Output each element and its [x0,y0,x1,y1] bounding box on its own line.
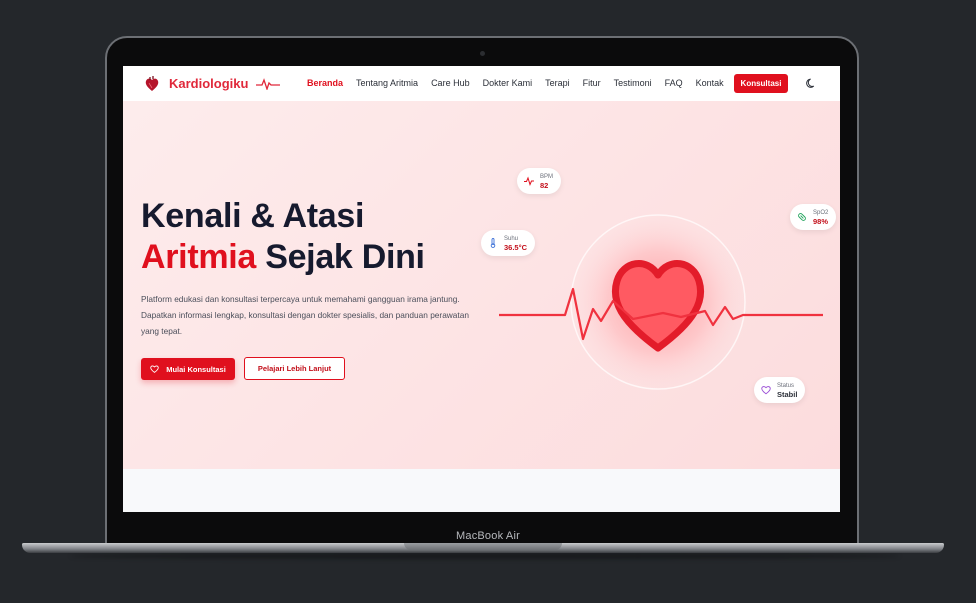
hero-title-accent: Aritmia [141,238,257,276]
mulai-konsultasi-button[interactable]: Mulai Konsultasi [141,358,235,380]
navbar: Kardiologiku Beranda Tentang Aritmia Car… [123,66,840,101]
status-chip: Status Stabil [754,377,806,403]
nav-link-beranda[interactable]: Beranda [307,78,343,88]
nav-link-kontak[interactable]: Kontak [696,78,724,88]
heart-outline-icon [761,386,771,395]
hero-description: Platform edukasi dan konsultasi terperca… [141,294,469,336]
pelajari-lebih-lanjut-button[interactable]: Pelajari Lebih Lanjut [244,357,345,380]
brand-name: Kardiologiku [169,76,249,91]
heart-icon [150,365,159,373]
temperature-label: Suhu [504,235,519,242]
laptop-notch [404,543,562,550]
next-section [123,469,840,512]
spo2-value: 98% [813,216,829,226]
camera [480,51,485,56]
mulai-konsultasi-label: Mulai Konsultasi [166,364,226,374]
konsultasi-button[interactable]: Konsultasi [734,74,788,93]
laptop-shadow [70,553,900,559]
nav-link-tentang-aritmia[interactable]: Tentang Aritmia [356,78,418,88]
anatomical-heart-icon [145,76,159,91]
browser-screen: Kardiologiku Beranda Tentang Aritmia Car… [123,66,840,512]
nav-link-fitur[interactable]: Fitur [583,78,601,88]
pill-icon [798,213,806,221]
status-label: Status [777,382,795,389]
brand[interactable]: Kardiologiku [145,75,281,92]
moon-icon[interactable] [806,78,817,89]
bpm-value: 82 [540,180,549,190]
temperature-value: 36.5°C [504,242,528,252]
spo2-label: SpO2 [813,209,829,216]
hero-title-line2: Aritmia Sejak Dini [141,237,425,278]
nav-link-care-hub[interactable]: Care Hub [431,78,470,88]
temperature-chip: Suhu 36.5°C [481,230,536,256]
nav-links: Beranda Tentang Aritmia Care Hub Dokter … [307,78,737,88]
device-label: MacBook Air [456,530,520,542]
hero-section: Kenali & Atasi Aritmia Sejak Dini Platfo… [123,101,840,469]
nav-link-dokter-kami[interactable]: Dokter Kami [483,78,533,88]
hero-title-line1: Kenali & Atasi [141,197,365,235]
pulse-icon [524,176,534,186]
bpm-chip: BPM 82 [517,168,562,194]
hero-title-rest: Sejak Dini [256,238,425,276]
bpm-label: BPM [540,173,554,180]
nav-link-terapi[interactable]: Terapi [545,78,570,88]
heartbeat-line-icon [256,77,281,90]
nav-link-testimoni[interactable]: Testimoni [614,78,652,88]
status-value: Stabil [777,389,798,399]
thermometer-icon [490,238,496,248]
hero-title: Kenali & Atasi Aritmia Sejak Dini [141,196,425,278]
spo2-chip: SpO2 98% [790,204,837,230]
nav-link-faq[interactable]: FAQ [665,78,683,88]
